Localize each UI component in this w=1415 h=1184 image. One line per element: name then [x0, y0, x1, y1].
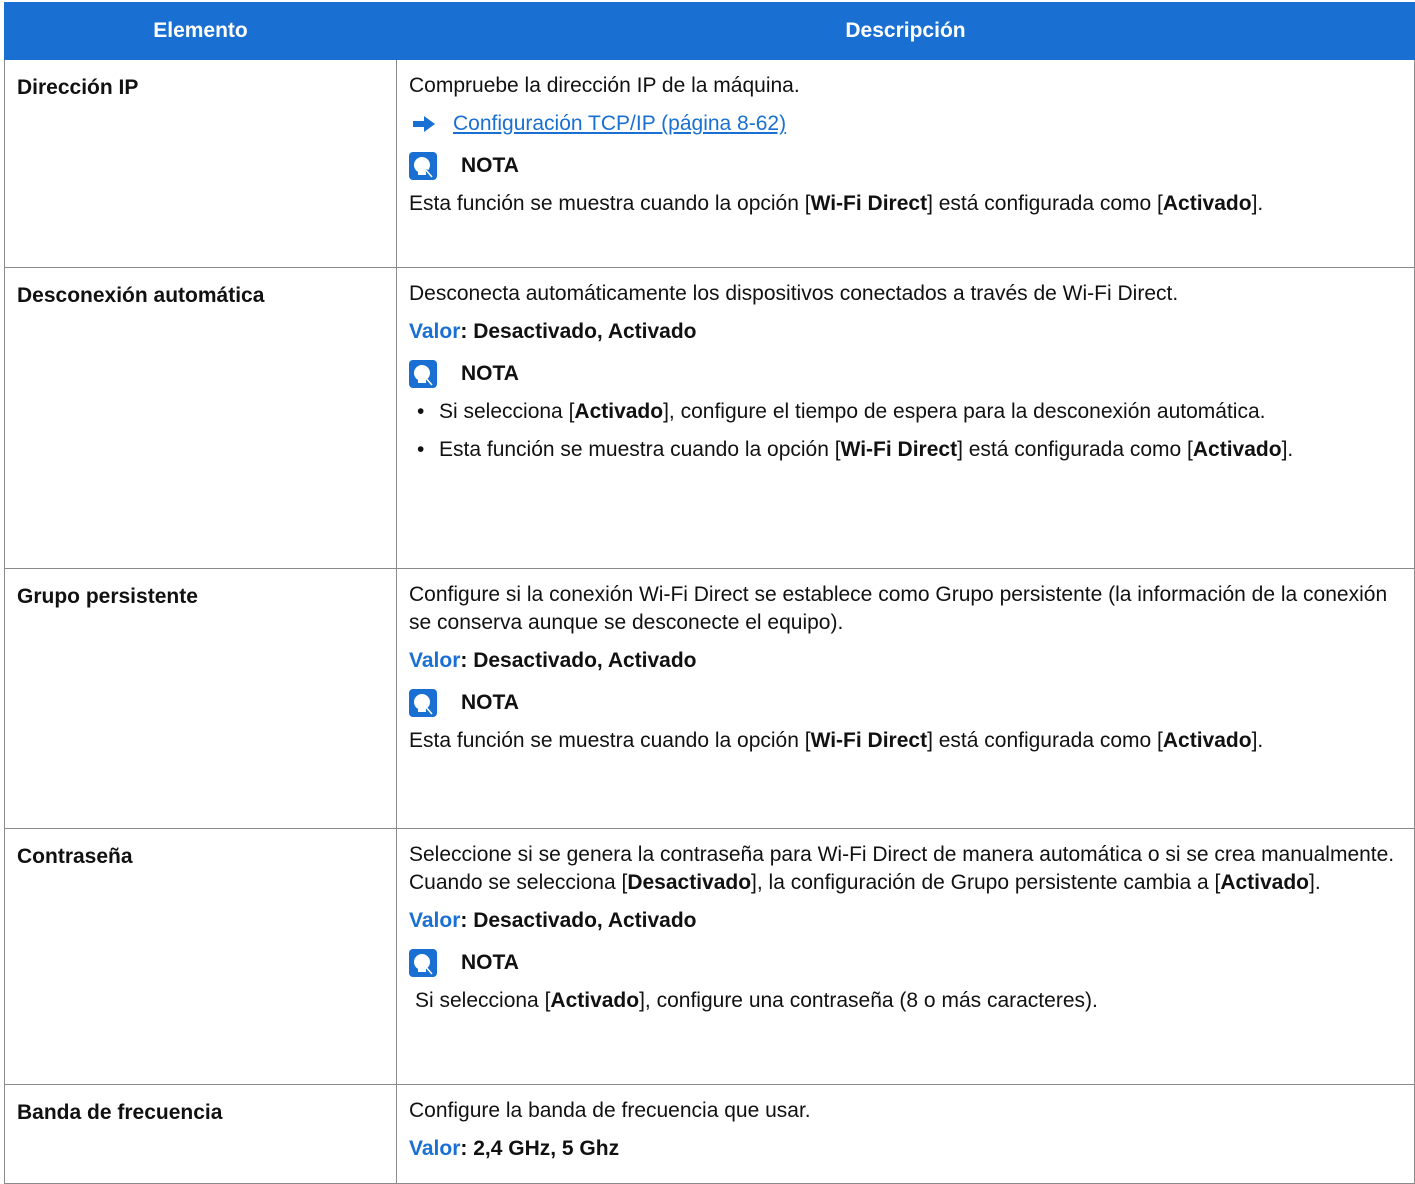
arrow-right-icon: [413, 116, 435, 132]
item-name: Banda de frecuencia: [4, 1084, 397, 1184]
item-description: Desconecta automáticamente los dispositi…: [396, 267, 1415, 569]
value-line: Valor: Desactivado, Activado: [409, 318, 1404, 346]
note-lightbulb-icon: [409, 152, 437, 180]
item-name: Grupo persistente: [4, 568, 397, 829]
description-text: Seleccione si se genera la contraseña pa…: [409, 843, 1395, 894]
item-name: Desconexión automática: [4, 267, 397, 569]
table-row: Grupo persistente Configure si la conexi…: [4, 568, 1415, 829]
note-title: NOTA: [461, 362, 519, 385]
value-options: : Desactivado, Activado: [460, 320, 697, 343]
settings-table: Elemento Descripción Dirección IP Compru…: [4, 2, 1415, 1184]
reference-link-line: Configuración TCP/IP (página 8-62): [409, 110, 1404, 138]
table-row: Banda de frecuencia Configure la banda d…: [4, 1084, 1415, 1184]
note-lightbulb-icon: [409, 689, 437, 717]
item-name: Dirección IP: [4, 59, 397, 268]
value-label: Valor: [409, 320, 461, 343]
note-text: Esta función se muestra cuando la opción…: [409, 729, 1264, 752]
description-text: Configure si la conexión Wi-Fi Direct se…: [409, 583, 1388, 634]
note-bullet-list: Si selecciona [Activado], configure el t…: [409, 398, 1404, 464]
note-lightbulb-icon: [409, 360, 437, 388]
table-header: Elemento Descripción: [4, 2, 1415, 60]
value-options: : Desactivado, Activado: [460, 909, 697, 932]
description-text: Configure la banda de frecuencia que usa…: [409, 1099, 811, 1122]
note-heading: NOTA: [409, 360, 1404, 388]
value-line: Valor: Desactivado, Activado: [409, 907, 1404, 935]
note-heading: NOTA: [409, 152, 1404, 180]
list-item: Esta función se muestra cuando la opción…: [409, 436, 1404, 464]
item-description: Seleccione si se genera la contraseña pa…: [396, 828, 1415, 1085]
item-description: Configure si la conexión Wi-Fi Direct se…: [396, 568, 1415, 829]
table-row: Contraseña Seleccione si se genera la co…: [4, 828, 1415, 1085]
value-options: : 2,4 GHz, 5 Ghz: [460, 1137, 620, 1160]
table-row: Desconexión automática Desconecta automá…: [4, 267, 1415, 569]
item-name: Contraseña: [4, 828, 397, 1085]
value-line: Valor: 2,4 GHz, 5 Ghz: [409, 1135, 1404, 1163]
value-line: Valor: Desactivado, Activado: [409, 647, 1404, 675]
column-header-description: Descripción: [396, 2, 1415, 60]
value-label: Valor: [409, 649, 461, 672]
value-options: : Desactivado, Activado: [460, 649, 697, 672]
note-heading: NOTA: [409, 949, 1404, 977]
note-heading: NOTA: [409, 689, 1404, 717]
value-label: Valor: [409, 1137, 461, 1160]
reference-link[interactable]: Configuración TCP/IP (página 8-62): [453, 110, 786, 138]
note-lightbulb-icon: [409, 949, 437, 977]
description-text: Desconecta automáticamente los dispositi…: [409, 282, 1179, 305]
description-text: Compruebe la dirección IP de la máquina.: [409, 74, 800, 97]
item-description: Compruebe la dirección IP de la máquina.…: [396, 59, 1415, 268]
value-label: Valor: [409, 909, 461, 932]
note-title: NOTA: [461, 691, 519, 714]
note-title: NOTA: [461, 951, 519, 974]
note-text: Esta función se muestra cuando la opción…: [409, 192, 1264, 215]
list-item: Si selecciona [Activado], configure el t…: [409, 398, 1404, 426]
note-text: Si selecciona [Activado], configure una …: [415, 989, 1098, 1012]
item-description: Configure la banda de frecuencia que usa…: [396, 1084, 1415, 1184]
note-title: NOTA: [461, 154, 519, 177]
table-row: Dirección IP Compruebe la dirección IP d…: [4, 59, 1415, 268]
column-header-item: Elemento: [4, 2, 397, 60]
